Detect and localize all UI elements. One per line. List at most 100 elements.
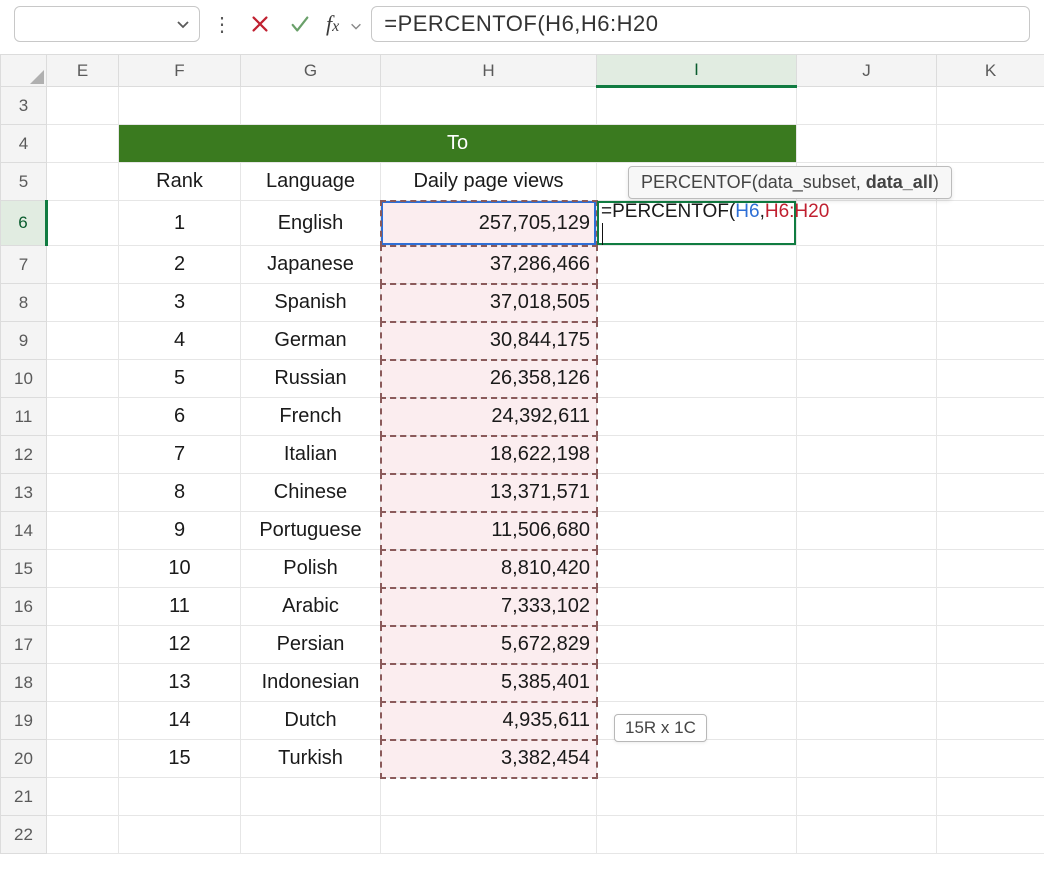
row-header[interactable]: 19 — [1, 702, 47, 740]
cell[interactable] — [597, 360, 797, 398]
cell[interactable] — [597, 474, 797, 512]
cell[interactable] — [47, 816, 119, 854]
cell-views[interactable]: 18,622,198 — [381, 436, 597, 474]
cell-language[interactable]: Arabic — [241, 588, 381, 626]
cell[interactable] — [937, 246, 1044, 284]
cell[interactable] — [241, 816, 381, 854]
row-header[interactable]: 22 — [1, 816, 47, 854]
fx-icon[interactable]: fx — [324, 11, 341, 37]
row-header[interactable]: 21 — [1, 778, 47, 816]
cell-rank[interactable]: 4 — [119, 322, 241, 360]
cell-language[interactable]: Indonesian — [241, 664, 381, 702]
cell-rank[interactable]: 14 — [119, 702, 241, 740]
cell-views[interactable]: 5,672,829 — [381, 626, 597, 664]
cell[interactable] — [597, 246, 797, 284]
cell-views[interactable]: 37,018,505 — [381, 284, 597, 322]
cell[interactable] — [797, 436, 937, 474]
cell[interactable] — [47, 246, 119, 284]
cell[interactable] — [797, 778, 937, 816]
row-header[interactable]: 15 — [1, 550, 47, 588]
cell[interactable] — [47, 740, 119, 778]
cell-views[interactable]: 5,385,401 — [381, 664, 597, 702]
vertical-dots-icon[interactable]: ⋮ — [208, 12, 236, 37]
confirm-edit-button[interactable] — [284, 8, 316, 40]
cell-views[interactable]: 8,810,420 — [381, 550, 597, 588]
cell[interactable] — [47, 512, 119, 550]
cell[interactable] — [47, 360, 119, 398]
cell[interactable] — [47, 284, 119, 322]
cell[interactable] — [937, 664, 1044, 702]
cell-views[interactable]: 26,358,126 — [381, 360, 597, 398]
cell-views[interactable]: 37,286,466 — [381, 246, 597, 284]
chevron-down-icon[interactable] — [349, 17, 363, 31]
column-header-I[interactable]: I — [597, 55, 797, 87]
column-header-K[interactable]: K — [937, 55, 1044, 87]
cell[interactable] — [937, 284, 1044, 322]
cell[interactable] — [797, 398, 937, 436]
cell[interactable] — [937, 398, 1044, 436]
cell-language[interactable]: Dutch — [241, 702, 381, 740]
cell[interactable] — [47, 550, 119, 588]
cell[interactable] — [937, 588, 1044, 626]
row-header[interactable]: 6 — [1, 201, 47, 246]
cell-language[interactable]: Turkish — [241, 740, 381, 778]
cell[interactable] — [47, 201, 119, 246]
cell-rank[interactable]: 8 — [119, 474, 241, 512]
cell[interactable] — [937, 740, 1044, 778]
row-header[interactable]: 9 — [1, 322, 47, 360]
cell[interactable] — [241, 778, 381, 816]
cell-language[interactable]: Portuguese — [241, 512, 381, 550]
cell[interactable] — [937, 201, 1044, 246]
cell[interactable] — [241, 87, 381, 125]
cell[interactable] — [797, 87, 937, 125]
cell-rank[interactable]: 2 — [119, 246, 241, 284]
cell-views[interactable]: 4,935,611 — [381, 702, 597, 740]
cell[interactable] — [597, 588, 797, 626]
cell[interactable] — [381, 778, 597, 816]
cell-rank[interactable]: 11 — [119, 588, 241, 626]
header-views[interactable]: Daily page views — [381, 163, 597, 201]
row-header[interactable]: 5 — [1, 163, 47, 201]
cell-rank[interactable]: 15 — [119, 740, 241, 778]
cell[interactable] — [797, 664, 937, 702]
cell[interactable] — [597, 778, 797, 816]
cell-language[interactable]: Persian — [241, 626, 381, 664]
cell[interactable] — [797, 512, 937, 550]
cell[interactable] — [47, 322, 119, 360]
cell-rank[interactable]: 13 — [119, 664, 241, 702]
cell-rank[interactable]: 3 — [119, 284, 241, 322]
column-header-G[interactable]: G — [241, 55, 381, 87]
cell[interactable] — [937, 163, 1044, 201]
cell-rank[interactable]: 7 — [119, 436, 241, 474]
cell[interactable] — [597, 322, 797, 360]
cell[interactable] — [597, 740, 797, 778]
cell[interactable] — [597, 626, 797, 664]
cell[interactable] — [797, 550, 937, 588]
cell-language[interactable]: English — [241, 201, 381, 246]
name-box[interactable] — [14, 6, 200, 42]
select-all-corner[interactable] — [1, 55, 47, 87]
cell[interactable] — [937, 816, 1044, 854]
table-title[interactable]: To — [119, 125, 797, 163]
cell-language[interactable]: Polish — [241, 550, 381, 588]
column-header-E[interactable]: E — [47, 55, 119, 87]
cell-language[interactable]: Chinese — [241, 474, 381, 512]
cell[interactable] — [597, 87, 797, 125]
cell[interactable] — [47, 398, 119, 436]
cell-rank[interactable]: 9 — [119, 512, 241, 550]
cell-views[interactable]: 7,333,102 — [381, 588, 597, 626]
cell[interactable] — [597, 550, 797, 588]
cell[interactable] — [797, 284, 937, 322]
cell[interactable] — [381, 816, 597, 854]
cell[interactable] — [797, 588, 937, 626]
column-header-J[interactable]: J — [797, 55, 937, 87]
cell[interactable] — [797, 474, 937, 512]
cell-views[interactable]: 13,371,571 — [381, 474, 597, 512]
cell[interactable] — [797, 816, 937, 854]
header-language[interactable]: Language — [241, 163, 381, 201]
cell[interactable] — [797, 246, 937, 284]
cell[interactable] — [381, 87, 597, 125]
cell[interactable] — [937, 778, 1044, 816]
cell-views[interactable]: 3,382,454 — [381, 740, 597, 778]
cell[interactable] — [937, 702, 1044, 740]
